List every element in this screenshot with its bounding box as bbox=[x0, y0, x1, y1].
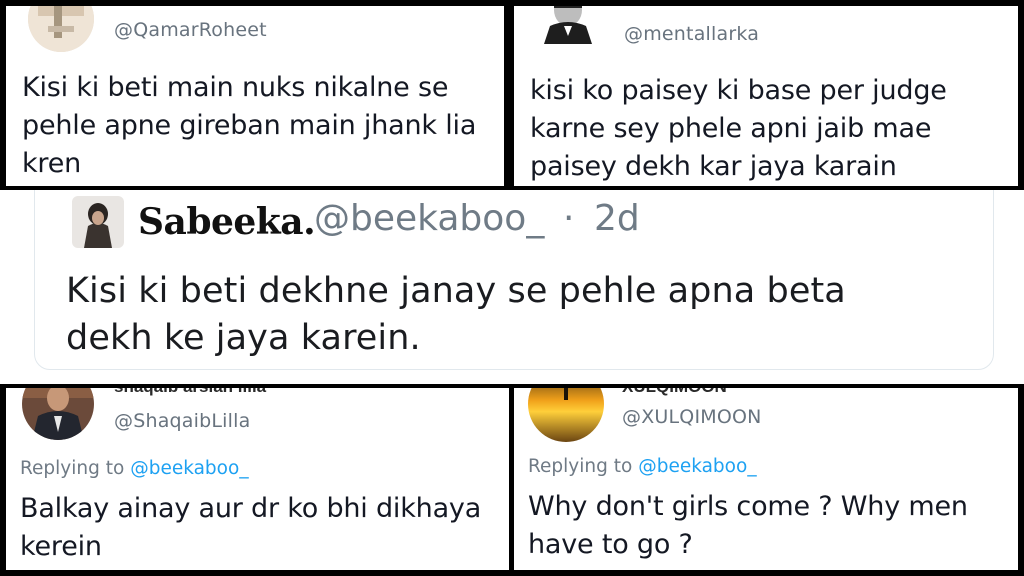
tweet-panel-bottom-right: XULQIMOON @XULQIMOON Replying to @beekab… bbox=[514, 388, 1018, 570]
separator-dot: · bbox=[563, 198, 575, 239]
avatar-image bbox=[72, 196, 124, 248]
tweet-handle[interactable]: @ShaqaibLilla bbox=[114, 410, 250, 432]
avatar-qamarroheet[interactable] bbox=[28, 6, 94, 52]
quoted-tweet-text: Kisi ki beti dekhne janay se pehle apna … bbox=[66, 268, 1006, 362]
avatar-shaqaiblilla[interactable] bbox=[22, 388, 94, 440]
tweet-text: Why don't girls come ? Why men have to g… bbox=[528, 488, 968, 564]
display-name-cut[interactable]: XULQIMOON bbox=[622, 388, 727, 397]
tweet-text-line: kren bbox=[22, 148, 82, 179]
avatar-sabeeka[interactable] bbox=[72, 196, 124, 248]
tweet-text-line: have to go ? bbox=[528, 529, 693, 560]
tweet-text-line: karne sey phele apni jaib mae bbox=[530, 113, 932, 144]
tweet-text-line: pehle apne gireban main jhank lia bbox=[22, 110, 477, 141]
replying-prefix: Replying to bbox=[528, 456, 633, 477]
tweet-text: kisi ko paisey ki base per judge karne s… bbox=[530, 72, 947, 186]
replying-to: Replying to @beekaboo_ bbox=[528, 456, 757, 477]
avatar-image bbox=[22, 388, 94, 440]
avatar-image bbox=[28, 6, 94, 52]
tweet-text-line: Balkay ainay aur dr ko bhi dikhaya bbox=[20, 493, 482, 524]
avatar-xulqimoon[interactable] bbox=[528, 388, 604, 442]
tweet-panel-bottom-left: shaqaib arslan lilla @ShaqaibLilla Reply… bbox=[6, 388, 509, 570]
tweet-text-line: Why don't girls come ? Why men bbox=[528, 491, 968, 522]
avatar-mentallarka[interactable] bbox=[536, 6, 600, 44]
quoted-handle[interactable]: @beekaboo_ bbox=[314, 198, 544, 239]
tweet-text: Kisi ki beti main nuks nikalne se pehle … bbox=[22, 69, 476, 183]
replying-to: Replying to @beekaboo_ bbox=[20, 458, 249, 479]
tweet-text-line: kisi ko paisey ki base per judge bbox=[530, 75, 947, 106]
quoted-tweet-panel: Sabeeka. @beekaboo_ · 2d Kisi ki beti de… bbox=[0, 190, 1024, 384]
replying-prefix: Replying to bbox=[20, 458, 125, 479]
replying-mention-link[interactable]: @beekaboo_ bbox=[130, 458, 248, 479]
tweet-handle[interactable]: @QamarRoheet bbox=[114, 19, 267, 41]
quoted-text-line: Kisi ki beti dekhne janay se pehle apna … bbox=[66, 271, 846, 311]
display-name-cut[interactable]: shaqaib arslan lilla bbox=[114, 388, 266, 397]
tweet-handle[interactable]: @XULQIMOON bbox=[622, 406, 762, 428]
tweet-text-line: kerein bbox=[20, 531, 102, 562]
tweet-text-line: Kisi ki beti main nuks nikalne se bbox=[22, 72, 449, 103]
tweet-panel-top-right: @mentallarka kisi ko paisey ki base per … bbox=[514, 6, 1018, 186]
quoted-timestamp[interactable]: 2d bbox=[594, 198, 640, 239]
replying-mention-link[interactable]: @beekaboo_ bbox=[638, 456, 756, 477]
tweet-text-line: paisey dekh kar jaya karain bbox=[530, 151, 897, 182]
quoted-display-name[interactable]: Sabeeka. bbox=[138, 201, 316, 243]
quoted-text-line: dekh ke jaya karein. bbox=[66, 318, 421, 358]
avatar-image bbox=[536, 6, 600, 44]
tweet-panel-top-left: @QamarRoheet Kisi ki beti main nuks nika… bbox=[6, 6, 504, 186]
avatar-image bbox=[528, 388, 604, 442]
tweet-text: Balkay ainay aur dr ko bhi dikhaya kerei… bbox=[20, 490, 481, 566]
tweet-handle[interactable]: @mentallarka bbox=[624, 23, 759, 45]
